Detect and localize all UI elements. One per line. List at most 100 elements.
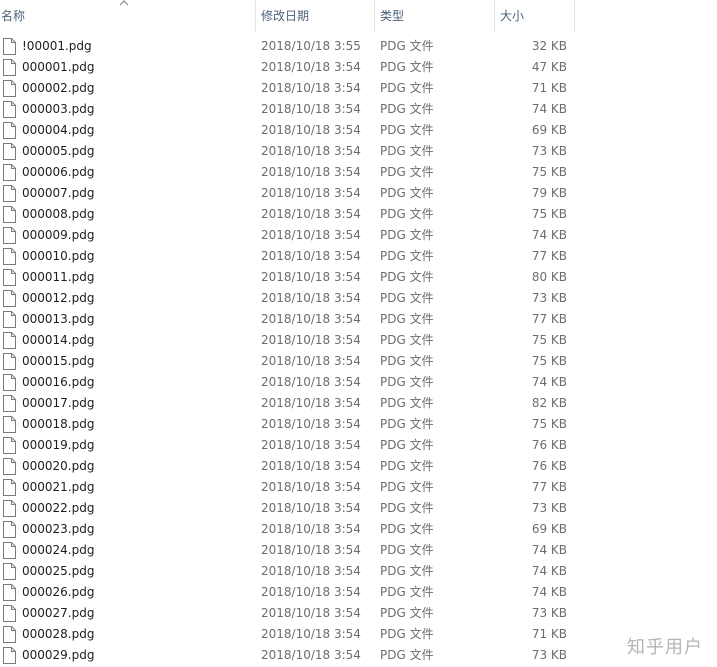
file-name: 000011.pdg <box>22 270 95 284</box>
file-type: PDG 文件 <box>380 186 434 200</box>
file-name: 000027.pdg <box>22 606 95 620</box>
file-date: 2018/10/18 3:54 <box>261 522 361 536</box>
file-type: PDG 文件 <box>380 207 434 221</box>
file-size: 69 KB <box>531 123 567 137</box>
file-name: 000019.pdg <box>22 438 95 452</box>
file-row[interactable]: 000008.pdg 2018/10/18 3:54 PDG 文件 75 KB <box>0 204 717 225</box>
file-date: 2018/10/18 3:54 <box>261 585 361 599</box>
file-row[interactable]: 000015.pdg 2018/10/18 3:54 PDG 文件 75 KB <box>0 351 717 372</box>
file-name: 000025.pdg <box>22 564 95 578</box>
file-name: 000010.pdg <box>22 249 95 263</box>
file-icon <box>3 38 16 55</box>
file-type: PDG 文件 <box>380 585 434 599</box>
file-icon <box>3 563 16 580</box>
column-header-type[interactable]: 类型 <box>374 0 494 33</box>
file-row[interactable]: 000003.pdg 2018/10/18 3:54 PDG 文件 74 KB <box>0 99 717 120</box>
file-date: 2018/10/18 3:54 <box>261 270 361 284</box>
file-row[interactable]: 000024.pdg 2018/10/18 3:54 PDG 文件 74 KB <box>0 540 717 561</box>
file-row[interactable]: 000007.pdg 2018/10/18 3:54 PDG 文件 79 KB <box>0 183 717 204</box>
column-separator[interactable] <box>574 0 575 33</box>
file-name: 000009.pdg <box>22 228 95 242</box>
file-row[interactable]: 000011.pdg 2018/10/18 3:54 PDG 文件 80 KB <box>0 267 717 288</box>
file-date: 2018/10/18 3:54 <box>261 102 361 116</box>
file-type: PDG 文件 <box>380 228 434 242</box>
file-row[interactable]: 000028.pdg 2018/10/18 3:54 PDG 文件 71 KB <box>0 624 717 645</box>
file-icon <box>3 395 16 412</box>
file-row[interactable]: 000005.pdg 2018/10/18 3:54 PDG 文件 73 KB <box>0 141 717 162</box>
column-header-type-label: 类型 <box>380 9 405 23</box>
file-icon <box>3 479 16 496</box>
file-date: 2018/10/18 3:55 <box>261 39 361 53</box>
file-icon <box>3 59 16 76</box>
file-size: 74 KB <box>531 375 567 389</box>
file-size: 74 KB <box>531 564 567 578</box>
file-icon <box>3 122 16 139</box>
file-row[interactable]: !00001.pdg 2018/10/18 3:55 PDG 文件 32 KB <box>0 36 717 57</box>
file-icon <box>3 500 16 517</box>
file-size: 69 KB <box>531 522 567 536</box>
file-row[interactable]: 000019.pdg 2018/10/18 3:54 PDG 文件 76 KB <box>0 435 717 456</box>
file-date: 2018/10/18 3:54 <box>261 438 361 452</box>
column-header-date[interactable]: 修改日期 <box>255 0 374 33</box>
file-type: PDG 文件 <box>380 459 434 473</box>
file-row[interactable]: 000023.pdg 2018/10/18 3:54 PDG 文件 69 KB <box>0 519 717 540</box>
file-name: 000015.pdg <box>22 354 95 368</box>
file-size: 74 KB <box>531 228 567 242</box>
file-icon <box>3 164 16 181</box>
file-row[interactable]: 000018.pdg 2018/10/18 3:54 PDG 文件 75 KB <box>0 414 717 435</box>
file-date: 2018/10/18 3:54 <box>261 207 361 221</box>
file-row[interactable]: 000022.pdg 2018/10/18 3:54 PDG 文件 73 KB <box>0 498 717 519</box>
file-row[interactable]: 000012.pdg 2018/10/18 3:54 PDG 文件 73 KB <box>0 288 717 309</box>
file-row[interactable]: 000013.pdg 2018/10/18 3:54 PDG 文件 77 KB <box>0 309 717 330</box>
file-row[interactable]: 000025.pdg 2018/10/18 3:54 PDG 文件 74 KB <box>0 561 717 582</box>
file-name: 000006.pdg <box>22 165 95 179</box>
file-name: 000020.pdg <box>22 459 95 473</box>
file-icon <box>3 185 16 202</box>
file-size: 71 KB <box>531 81 567 95</box>
file-date: 2018/10/18 3:54 <box>261 312 361 326</box>
column-header-size[interactable]: 大小 <box>494 0 574 33</box>
file-icon <box>3 521 16 538</box>
file-size: 73 KB <box>531 501 567 515</box>
file-icon <box>3 458 16 475</box>
file-row[interactable]: 000026.pdg 2018/10/18 3:54 PDG 文件 74 KB <box>0 582 717 603</box>
file-name: 000028.pdg <box>22 627 95 641</box>
file-row[interactable]: 000009.pdg 2018/10/18 3:54 PDG 文件 74 KB <box>0 225 717 246</box>
file-size: 74 KB <box>531 585 567 599</box>
file-row[interactable]: 000017.pdg 2018/10/18 3:54 PDG 文件 82 KB <box>0 393 717 414</box>
file-row[interactable]: 000021.pdg 2018/10/18 3:54 PDG 文件 77 KB <box>0 477 717 498</box>
file-name: 000021.pdg <box>22 480 95 494</box>
column-header: 名称 修改日期 类型 大小 <box>0 0 717 33</box>
file-size: 75 KB <box>531 333 567 347</box>
file-row[interactable]: 000010.pdg 2018/10/18 3:54 PDG 文件 77 KB <box>0 246 717 267</box>
file-row[interactable]: 000004.pdg 2018/10/18 3:54 PDG 文件 69 KB <box>0 120 717 141</box>
file-size: 82 KB <box>531 396 567 410</box>
file-name: 000018.pdg <box>22 417 95 431</box>
file-row[interactable]: 000020.pdg 2018/10/18 3:54 PDG 文件 76 KB <box>0 456 717 477</box>
file-type: PDG 文件 <box>380 60 434 74</box>
file-row[interactable]: 000029.pdg 2018/10/18 3:54 PDG 文件 73 KB <box>0 645 717 666</box>
file-date: 2018/10/18 3:54 <box>261 228 361 242</box>
file-type: PDG 文件 <box>380 627 434 641</box>
file-row[interactable]: 000001.pdg 2018/10/18 3:54 PDG 文件 47 KB <box>0 57 717 78</box>
file-row[interactable]: 000002.pdg 2018/10/18 3:54 PDG 文件 71 KB <box>0 78 717 99</box>
file-size: 75 KB <box>531 354 567 368</box>
file-type: PDG 文件 <box>380 270 434 284</box>
file-name: 000024.pdg <box>22 543 95 557</box>
file-row[interactable]: 000016.pdg 2018/10/18 3:54 PDG 文件 74 KB <box>0 372 717 393</box>
file-row[interactable]: 000014.pdg 2018/10/18 3:54 PDG 文件 75 KB <box>0 330 717 351</box>
file-name: 000026.pdg <box>22 585 95 599</box>
column-header-name[interactable]: 名称 <box>0 0 255 33</box>
file-row[interactable]: 000006.pdg 2018/10/18 3:54 PDG 文件 75 KB <box>0 162 717 183</box>
file-type: PDG 文件 <box>380 123 434 137</box>
file-icon <box>3 227 16 244</box>
file-name: 000013.pdg <box>22 312 95 326</box>
file-row[interactable]: 000027.pdg 2018/10/18 3:54 PDG 文件 73 KB <box>0 603 717 624</box>
file-size: 75 KB <box>531 417 567 431</box>
file-type: PDG 文件 <box>380 438 434 452</box>
file-date: 2018/10/18 3:54 <box>261 375 361 389</box>
file-date: 2018/10/18 3:54 <box>261 165 361 179</box>
chevron-up-icon <box>119 0 129 6</box>
file-name: 000005.pdg <box>22 144 95 158</box>
file-date: 2018/10/18 3:54 <box>261 144 361 158</box>
